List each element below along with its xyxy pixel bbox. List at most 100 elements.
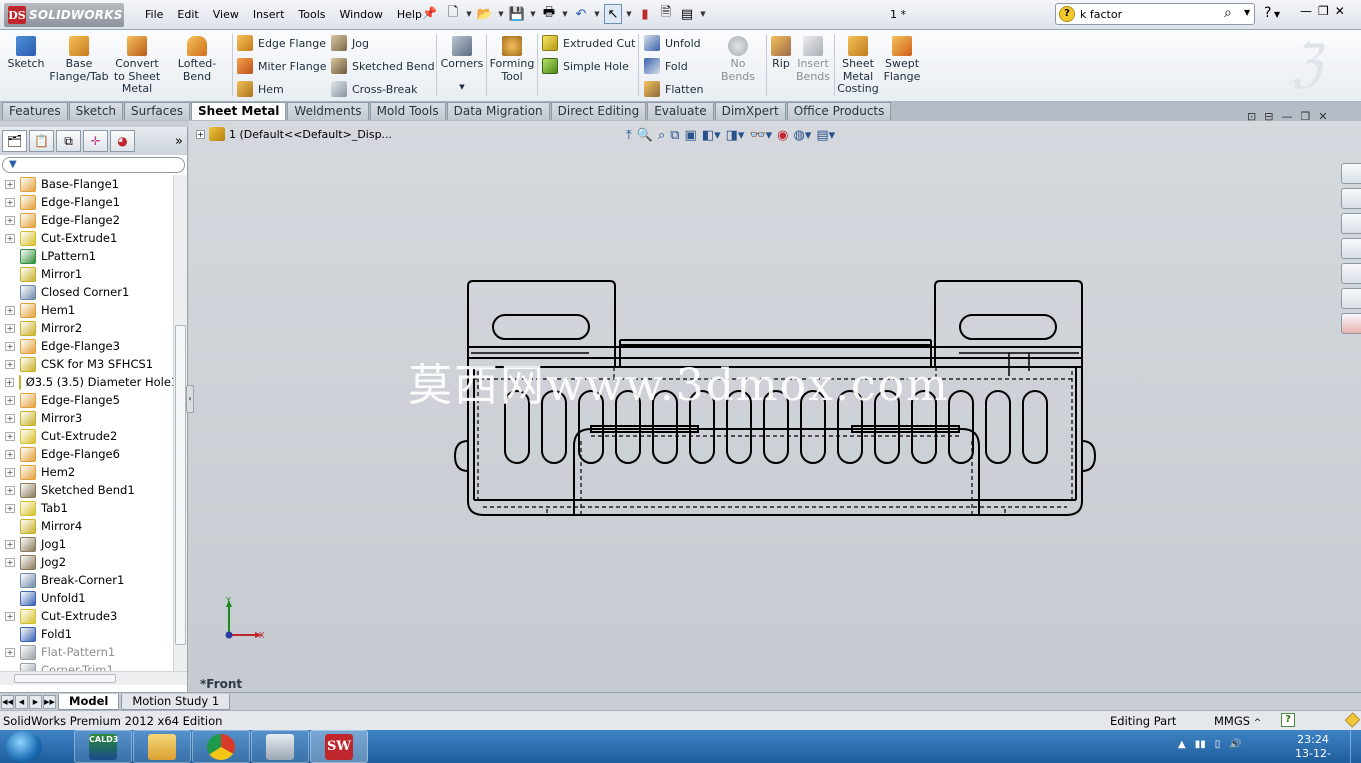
taskbar-calculator[interactable] (251, 730, 309, 763)
first-tab-icon[interactable]: ◀◀ (1, 694, 14, 709)
chevron-down-icon[interactable]: ▼ (1244, 8, 1250, 17)
custom-properties-icon[interactable] (1341, 288, 1361, 309)
tab-data-migration[interactable]: Data Migration (446, 102, 550, 120)
file-explorer-icon[interactable] (1341, 213, 1361, 234)
tree-horizontal-scrollbar[interactable] (0, 671, 187, 685)
edge-flange-button[interactable]: Edge Flange (237, 34, 326, 52)
convert-to-sheet-metal-button[interactable]: Convert to Sheet Metal (112, 30, 162, 96)
tab-sketch[interactable]: Sketch (68, 102, 124, 120)
next-tab-icon[interactable]: ▶ (29, 694, 42, 709)
select-cursor-icon[interactable]: ↖ (604, 4, 622, 24)
battery-icon[interactable]: ▯ (1215, 739, 1221, 750)
minimize-icon[interactable]: — (1300, 4, 1312, 18)
options-icon[interactable]: ▤ (678, 4, 696, 24)
file-properties-icon[interactable]: 🗎 (657, 4, 675, 24)
taskbar-cald3[interactable]: CALD3 (74, 730, 132, 763)
simple-hole-button[interactable]: Simple Hole (542, 57, 629, 75)
property-manager-tab-icon[interactable]: 📋 (29, 130, 54, 152)
show-desktop-button[interactable] (1350, 730, 1361, 763)
tree-item[interactable]: Corner-Trim1 (0, 661, 173, 671)
taskbar-solidworks[interactable]: SW (310, 730, 368, 763)
save-icon[interactable]: 💾 (508, 4, 526, 24)
unit-system[interactable]: MMGS ^ (1214, 714, 1261, 728)
rebuild-warning-icon[interactable] (1344, 712, 1361, 728)
taskbar-explorer[interactable] (133, 730, 191, 763)
corners-button[interactable]: Corners ▼ (440, 30, 484, 93)
expand-icon[interactable]: + (5, 539, 15, 549)
expand-icon[interactable]: + (5, 557, 15, 567)
tree-item[interactable]: + Edge-Flange1 (0, 193, 173, 211)
sketch-button[interactable]: Sketch (7, 30, 45, 71)
tab-office-products[interactable]: Office Products (786, 102, 892, 120)
close-icon[interactable]: ✕ (1335, 4, 1345, 18)
tab-surfaces[interactable]: Surfaces (124, 102, 191, 120)
rebuild-icon[interactable]: ▮ (636, 4, 654, 24)
tree-item[interactable]: + Edge-Flange5 (0, 391, 173, 409)
taskbar-chrome[interactable] (192, 730, 250, 763)
tree-item[interactable]: + Hem1 (0, 301, 173, 319)
expand-icon[interactable]: + (5, 323, 15, 333)
tree-item[interactable]: Closed Corner1 (0, 283, 173, 301)
cross-break-button[interactable]: Cross-Break (331, 80, 417, 98)
show-hidden-icons-icon[interactable]: ▲ (1178, 739, 1186, 750)
solidworks-logo[interactable]: DS SOLIDWORKS (4, 3, 124, 27)
tree-item[interactable]: Unfold1 (0, 589, 173, 607)
tree-item[interactable]: Mirror1 (0, 265, 173, 283)
menu-edit[interactable]: Edit (170, 8, 205, 21)
expand-icon[interactable]: + (5, 449, 15, 459)
tab-features[interactable]: Features (2, 102, 68, 120)
fold-button[interactable]: Fold (644, 57, 688, 75)
tree-item[interactable]: Mirror4 (0, 517, 173, 535)
tab-dimxpert[interactable]: DimXpert (714, 102, 786, 120)
solidworks-resources-icon[interactable] (1341, 163, 1361, 184)
tab-weldments[interactable]: Weldments (287, 102, 369, 120)
prev-tab-icon[interactable]: ◀ (15, 694, 28, 709)
new-document-icon[interactable]: 🗋 (444, 4, 462, 24)
lofted-bend-button[interactable]: Lofted-Bend (164, 30, 230, 83)
rip-button[interactable]: Rip (769, 30, 793, 71)
search-box[interactable]: ? ⌕ ▼ (1055, 3, 1255, 25)
tab-sheet-metal[interactable]: Sheet Metal (191, 102, 287, 120)
tree-item[interactable]: + Mirror2 (0, 319, 173, 337)
tree-item[interactable]: + Mirror3 (0, 409, 173, 427)
feature-manager-tab-icon[interactable]: 🗂 (2, 130, 27, 152)
chevron-down-icon[interactable]: ▼ (465, 4, 473, 24)
print-icon[interactable]: 🖶 (540, 4, 558, 24)
last-tab-icon[interactable]: ▶▶ (43, 694, 56, 709)
panel-splitter-handle[interactable]: ‹ (186, 385, 194, 413)
tree-item[interactable]: + Edge-Flange3 (0, 337, 173, 355)
appearances-icon[interactable] (1341, 263, 1361, 284)
flatten-button[interactable]: Flatten (644, 80, 704, 98)
hem-button[interactable]: Hem (237, 80, 284, 98)
tree-item[interactable]: + Sketched Bend1 (0, 481, 173, 499)
tree-item[interactable]: + Flat-Pattern1 (0, 643, 173, 661)
menu-tools[interactable]: Tools (291, 8, 332, 21)
chevron-right-icon[interactable]: » (175, 134, 183, 149)
no-bends-button[interactable]: No Bends (712, 30, 764, 83)
tree-item[interactable]: + Cut-Extrude3 (0, 607, 173, 625)
solidworks-forum-icon[interactable] (1341, 313, 1361, 334)
expand-icon[interactable]: + (5, 431, 15, 441)
sketched-bend-button[interactable]: Sketched Bend (331, 57, 435, 75)
system-clock[interactable]: 23:24 13-12-2016 (1283, 733, 1343, 763)
expand-icon[interactable]: + (5, 233, 15, 243)
tree-item[interactable]: + Tab1 (0, 499, 173, 517)
forming-tool-button[interactable]: Forming Tool (489, 30, 535, 83)
help-button[interactable]: ? ▼ (1264, 5, 1280, 21)
tree-item[interactable]: + Cut-Extrude2 (0, 427, 173, 445)
tree-item[interactable]: + Base-Flange1 (0, 175, 173, 193)
chevron-down-icon[interactable]: ▼ (593, 4, 601, 24)
tab-mold-tools[interactable]: Mold Tools (369, 102, 446, 120)
volume-icon[interactable]: 🔊 (1229, 739, 1241, 750)
menu-file[interactable]: File (138, 8, 170, 21)
magnifier-icon[interactable]: ⌕ (1224, 5, 1232, 21)
tree-item[interactable]: LPattern1 (0, 247, 173, 265)
expand-icon[interactable]: + (5, 485, 15, 495)
chevron-down-icon[interactable]: ▼ (699, 4, 707, 24)
expand-icon[interactable]: + (5, 305, 15, 315)
expand-icon[interactable]: + (5, 395, 15, 405)
unfold-button[interactable]: Unfold (644, 34, 701, 52)
tree-vertical-scrollbar[interactable] (173, 175, 187, 671)
tree-item[interactable]: + Cut-Extrude1 (0, 229, 173, 247)
start-button[interactable] (6, 731, 42, 763)
